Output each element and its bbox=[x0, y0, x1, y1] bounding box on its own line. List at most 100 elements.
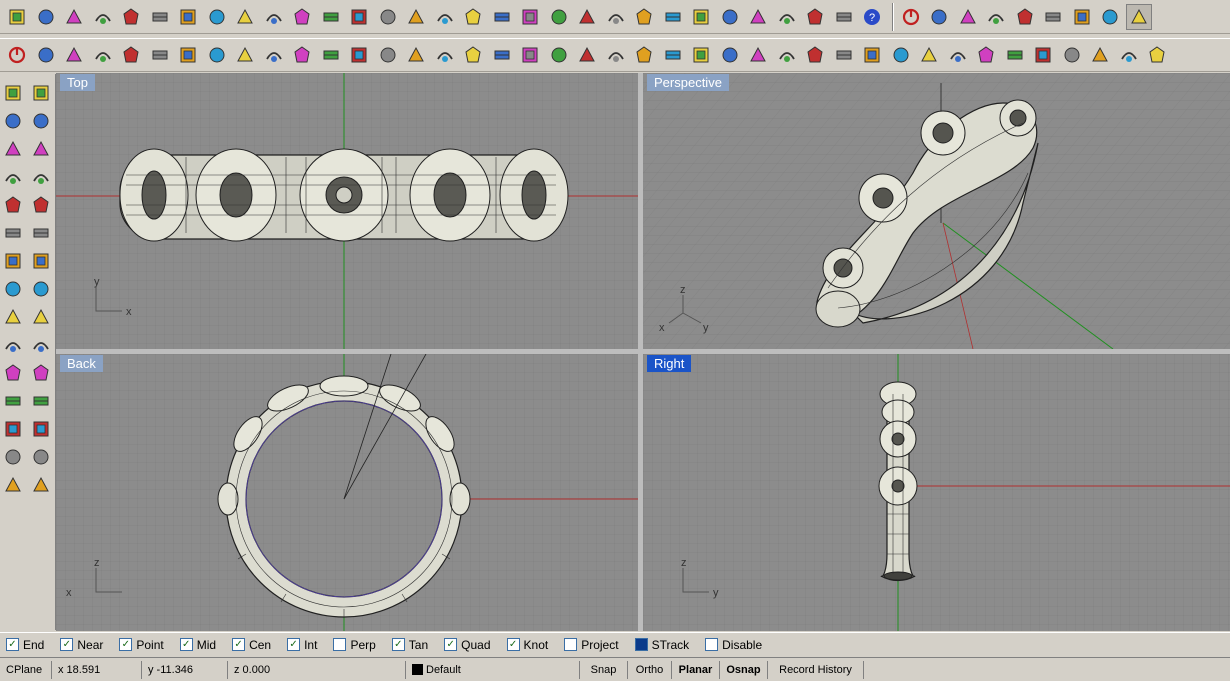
scale-button[interactable] bbox=[28, 416, 54, 442]
mirror-button[interactable] bbox=[688, 42, 714, 68]
circle-point-button[interactable] bbox=[546, 4, 572, 30]
merge-button[interactable] bbox=[489, 42, 515, 68]
osnap-checkbox[interactable]: ✓ bbox=[333, 638, 347, 651]
frame-button[interactable] bbox=[118, 42, 144, 68]
ellipse-button[interactable] bbox=[0, 192, 26, 218]
nodes-button[interactable] bbox=[983, 4, 1009, 30]
grid-button[interactable] bbox=[517, 4, 543, 30]
color-wheel-button[interactable] bbox=[660, 4, 686, 30]
cluster-button[interactable] bbox=[0, 360, 26, 386]
rope-button[interactable] bbox=[1030, 42, 1056, 68]
undo-view-button[interactable] bbox=[432, 4, 458, 30]
pentagon-button[interactable] bbox=[973, 42, 999, 68]
osnap-mid[interactable]: ✓ Mid bbox=[179, 638, 216, 652]
transform-button[interactable] bbox=[0, 304, 26, 330]
target-button[interactable] bbox=[955, 4, 981, 30]
star-button[interactable] bbox=[831, 42, 857, 68]
panel-button[interactable] bbox=[346, 42, 372, 68]
cut-button[interactable] bbox=[147, 4, 173, 30]
edge-button[interactable] bbox=[774, 42, 800, 68]
bend-tool-button[interactable] bbox=[28, 220, 54, 246]
flag-button[interactable] bbox=[774, 4, 800, 30]
osnap-checkbox[interactable]: ✓ bbox=[444, 638, 458, 651]
viewport-title-right[interactable]: Right bbox=[647, 355, 692, 372]
lid-button[interactable] bbox=[1116, 42, 1142, 68]
ellipse-tool-button[interactable] bbox=[28, 136, 54, 162]
blob-button[interactable] bbox=[61, 42, 87, 68]
arch-button[interactable] bbox=[289, 42, 315, 68]
twist-button[interactable] bbox=[232, 42, 258, 68]
open-button[interactable] bbox=[33, 4, 59, 30]
align-button[interactable] bbox=[28, 332, 54, 358]
osnap-checkbox[interactable]: ✓ bbox=[287, 638, 301, 651]
cube-shaded-button[interactable] bbox=[1097, 4, 1123, 30]
corner-button[interactable] bbox=[460, 42, 486, 68]
help-button[interactable]: ? bbox=[859, 4, 885, 30]
flow-button[interactable] bbox=[802, 42, 828, 68]
cube-button[interactable] bbox=[1069, 4, 1095, 30]
leaf-button[interactable] bbox=[888, 42, 914, 68]
cylinder-button[interactable] bbox=[0, 276, 26, 302]
osnap-point[interactable]: ✓ Point bbox=[119, 638, 164, 652]
bevel-button[interactable] bbox=[318, 42, 344, 68]
axis-button[interactable] bbox=[926, 4, 952, 30]
explode-button[interactable] bbox=[28, 304, 54, 330]
split-button[interactable] bbox=[403, 42, 429, 68]
osnap-checkbox[interactable]: ✓ bbox=[179, 638, 193, 651]
osnap-tan[interactable]: ✓ Tan bbox=[391, 638, 428, 652]
facet-button[interactable] bbox=[1002, 42, 1028, 68]
osnap-checkbox[interactable]: ✓ bbox=[506, 638, 520, 651]
viewport-title-back[interactable]: Back bbox=[60, 355, 103, 372]
dots-button[interactable] bbox=[745, 42, 771, 68]
viewport-top-canvas[interactable]: y x bbox=[56, 73, 638, 349]
twin-button[interactable] bbox=[859, 42, 885, 68]
extrude-button[interactable] bbox=[147, 42, 173, 68]
sphere-render-button[interactable] bbox=[745, 4, 771, 30]
fillet-button[interactable] bbox=[0, 332, 26, 358]
viewport-right[interactable]: Right z y bbox=[643, 354, 1230, 631]
viewport-perspective-canvas[interactable]: z x y bbox=[643, 73, 1230, 349]
circle-button[interactable] bbox=[0, 136, 26, 162]
viewport-title-top[interactable]: Top bbox=[60, 74, 95, 91]
polyline-button[interactable] bbox=[0, 108, 26, 134]
curve-button[interactable] bbox=[0, 164, 26, 190]
viewport-title-perspective[interactable]: Perspective bbox=[647, 74, 729, 91]
ortho-toggle[interactable]: Ortho bbox=[628, 660, 672, 679]
osnap-cen[interactable]: ✓ Cen bbox=[232, 638, 271, 652]
render-shade-button[interactable] bbox=[631, 4, 657, 30]
viewport-right-canvas[interactable]: z y bbox=[643, 354, 1230, 631]
array-button[interactable] bbox=[0, 444, 26, 470]
loop-button[interactable] bbox=[261, 42, 287, 68]
osnap-disable[interactable]: ✓Disable bbox=[705, 638, 762, 652]
cube-render-button[interactable] bbox=[1125, 3, 1152, 30]
osnap-quad[interactable]: ✓ Quad bbox=[444, 638, 491, 652]
status-layer[interactable]: Default bbox=[406, 660, 580, 679]
osnap-knot[interactable]: ✓ Knot bbox=[506, 638, 548, 652]
grid-select-button[interactable] bbox=[28, 472, 54, 498]
sheet-button[interactable] bbox=[1059, 42, 1085, 68]
grid-pink-button[interactable] bbox=[517, 42, 543, 68]
import-button[interactable] bbox=[118, 4, 144, 30]
solid-button[interactable] bbox=[432, 42, 458, 68]
osnap-checkbox[interactable]: ✓ bbox=[60, 638, 74, 651]
select-button[interactable] bbox=[0, 80, 26, 106]
snap-toggle[interactable]: Snap bbox=[580, 660, 628, 679]
tree-button[interactable] bbox=[831, 4, 857, 30]
spheres-button[interactable] bbox=[28, 248, 54, 274]
arc-tool-button[interactable] bbox=[0, 388, 26, 414]
ring-button[interactable] bbox=[916, 42, 942, 68]
spark-button[interactable] bbox=[945, 42, 971, 68]
grid-lines-button[interactable] bbox=[574, 42, 600, 68]
puzzle-button[interactable] bbox=[1144, 42, 1170, 68]
offset-button[interactable] bbox=[28, 192, 54, 218]
rect-button[interactable] bbox=[28, 108, 54, 134]
grid-big-button[interactable] bbox=[603, 42, 629, 68]
osnap-perp[interactable]: ✓Perp bbox=[333, 638, 376, 652]
knot-button[interactable] bbox=[1087, 42, 1113, 68]
zoom-button[interactable] bbox=[318, 4, 344, 30]
zoom-window-button[interactable] bbox=[346, 4, 372, 30]
osnap-end[interactable]: ✓ End bbox=[6, 638, 44, 652]
surface-button[interactable] bbox=[0, 220, 26, 246]
zoom-selected-button[interactable] bbox=[403, 4, 429, 30]
osnap-checkbox[interactable]: ✓ bbox=[6, 638, 19, 651]
